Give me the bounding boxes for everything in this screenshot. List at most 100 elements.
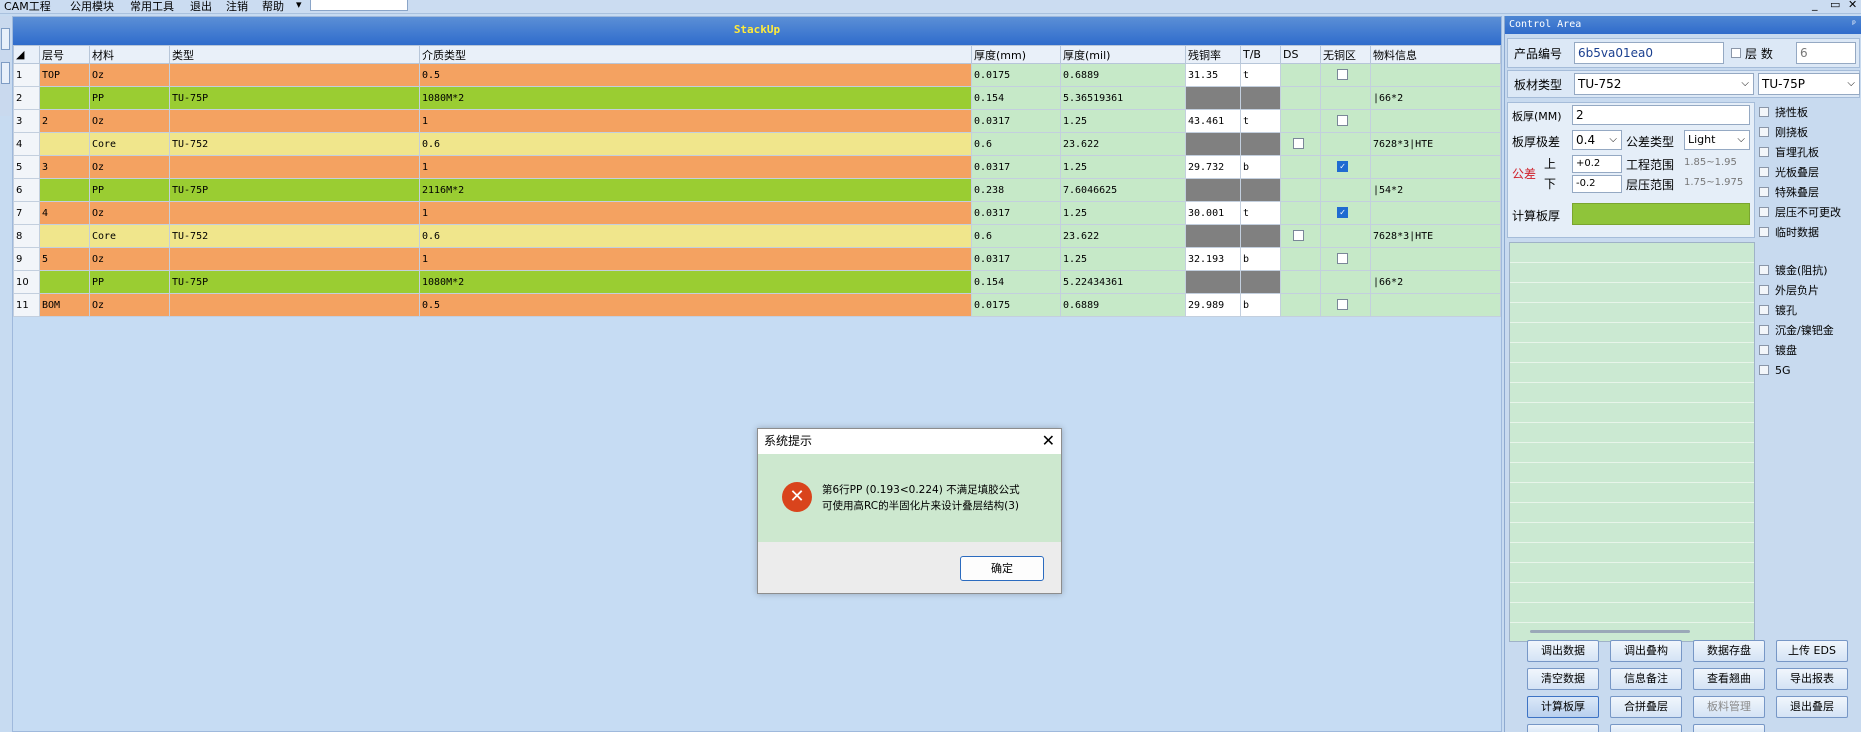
type-cell[interactable]: TU-75P [169,270,420,294]
view-warp-button[interactable]: 查看翘曲 [1693,668,1765,690]
upper-tol-input[interactable]: +0.2 [1572,155,1622,173]
table-row[interactable]: 2 PP TU-75P 1080M*2 0.154 5.36519361 |66*2 [13,86,1501,110]
material-info-cell[interactable] [1370,63,1501,87]
option-rigid-flex[interactable]: 刚挠板 [1759,122,1859,142]
thickness-mm-cell[interactable]: 0.154 [971,270,1061,294]
thickness-mm-cell[interactable]: 0.0317 [971,201,1061,225]
material-cell[interactable]: Oz [89,247,170,271]
layer-cell[interactable] [39,132,90,156]
thickness-mm-cell[interactable]: 0.0317 [971,109,1061,133]
no-copper-cell[interactable] [1320,63,1371,87]
table-row[interactable]: 3 2 Oz 1 0.0317 1.25 43.461 t [13,109,1501,133]
copper-ratio-cell[interactable]: 29.989 [1185,293,1241,317]
option-plated-pad[interactable]: 镀盘 [1759,340,1859,360]
ok-button[interactable]: 确定 [960,556,1044,581]
menu-item-logout[interactable]: 注销 [226,0,248,14]
ds-checkbox[interactable] [1293,230,1304,242]
material-cell[interactable]: Core [89,224,170,248]
row-number-cell[interactable]: 4 [13,132,40,156]
checkbox-icon[interactable] [1759,305,1769,315]
ds-cell[interactable] [1280,155,1321,179]
layer-cell[interactable] [39,270,90,294]
table-row[interactable]: 6 PP TU-75P 2116M*2 0.238 7.6046625 |54*2 [13,178,1501,202]
option-blind-buried[interactable]: 盲埋孔板 [1759,142,1859,162]
copper-ratio-cell[interactable]: 29.732 [1185,155,1241,179]
type-cell[interactable] [169,155,420,179]
row-number-cell[interactable]: 11 [13,293,40,317]
menu-item-help[interactable]: 帮助 [262,0,284,14]
copper-ratio-cell[interactable]: 32.193 [1185,247,1241,271]
menu-item-common-module[interactable]: 公用模块 [70,0,114,14]
checkbox-icon[interactable] [1759,325,1769,335]
type-cell[interactable] [169,109,420,133]
load-data-button[interactable]: 调出数据 [1527,640,1599,662]
thickness-mil-cell[interactable]: 5.36519361 [1060,86,1186,110]
ds-cell[interactable] [1280,293,1321,317]
medium-cell[interactable]: 1080M*2 [419,270,972,294]
material-info-cell[interactable] [1370,155,1501,179]
calc-thickness-button[interactable]: 计算板厚 [1527,696,1599,718]
material-cell[interactable]: PP [89,86,170,110]
ds-cell[interactable] [1280,132,1321,156]
layer-cell[interactable]: BOM [39,293,90,317]
clear-data-button[interactable]: 清空数据 [1527,668,1599,690]
thickness-mil-cell[interactable]: 0.6889 [1060,63,1186,87]
thickness-mil-cell[interactable]: 1.25 [1060,155,1186,179]
checkbox-icon[interactable] [1759,167,1769,177]
tol-level-select[interactable]: 0.4 [1572,130,1622,150]
material-cell[interactable]: PP [89,178,170,202]
type-cell[interactable] [169,201,420,225]
type-cell[interactable]: TU-75P [169,86,420,110]
col-header[interactable]: 厚度(mil) [1060,45,1186,64]
col-header[interactable]: 类型 [169,45,420,64]
no-copper-checkbox[interactable] [1337,253,1348,265]
copper-ratio-cell[interactable]: 43.461 [1185,109,1241,133]
layers-checkbox[interactable] [1731,48,1741,58]
tb-cell[interactable] [1240,224,1281,248]
copper-ratio-cell[interactable]: 30.001 [1185,201,1241,225]
row-number-cell[interactable]: 7 [13,201,40,225]
merge-stack-button[interactable]: 合拼叠层 [1610,696,1682,718]
option-press-lock[interactable]: 层压不可更改 [1759,202,1859,222]
thickness-mil-cell[interactable]: 23.622 [1060,132,1186,156]
ds-cell[interactable] [1280,86,1321,110]
board-manage-button[interactable]: 板料管理 [1693,696,1765,718]
checkbox-icon[interactable] [1759,147,1769,157]
minimize-icon[interactable]: _ [1812,0,1818,11]
row-number-cell[interactable]: 2 [13,86,40,110]
copper-ratio-cell[interactable] [1185,132,1241,156]
tb-cell[interactable] [1240,132,1281,156]
more-button[interactable] [1527,724,1599,732]
menu-item-exit[interactable]: 退出 [190,0,212,14]
material-cell[interactable]: Oz [89,293,170,317]
board-type-select[interactable]: TU-752 [1574,73,1754,95]
thickness-mil-cell[interactable]: 0.6889 [1060,293,1186,317]
menu-combo[interactable] [310,0,408,11]
thickness-mil-cell[interactable]: 1.25 [1060,109,1186,133]
no-copper-checkbox[interactable] [1337,115,1348,127]
export-report-button[interactable]: 导出报表 [1776,668,1848,690]
restore-icon[interactable]: ▭ [1830,0,1840,11]
material-info-cell[interactable] [1370,293,1501,317]
save-data-button[interactable]: 数据存盘 [1693,640,1765,662]
table-row[interactable]: 11 BOM Oz 0.5 0.0175 0.6889 29.989 b [13,293,1501,317]
tb-cell[interactable]: b [1240,155,1281,179]
copper-ratio-cell[interactable]: 31.35 [1185,63,1241,87]
row-number-cell[interactable]: 10 [13,270,40,294]
material-cell[interactable]: Core [89,132,170,156]
col-header[interactable]: 材料 [89,45,170,64]
table-row[interactable]: 5 3 Oz 1 0.0317 1.25 29.732 b ✓ [13,155,1501,179]
option-outer-negative[interactable]: 外层负片 [1759,280,1859,300]
no-copper-cell[interactable]: ✓ [1320,201,1371,225]
thickness-mil-cell[interactable]: 5.22434361 [1060,270,1186,294]
material-info-cell[interactable]: |66*2 [1370,270,1501,294]
table-row[interactable]: 9 5 Oz 1 0.0317 1.25 32.193 b [13,247,1501,271]
layer-cell[interactable] [39,86,90,110]
table-row[interactable]: 8 Core TU-752 0.6 0.6 23.622 7628*3|HTE [13,224,1501,248]
layer-cell[interactable]: 4 [39,201,90,225]
option-flex[interactable]: 挠性板 [1759,102,1859,122]
layer-cell[interactable]: 3 [39,155,90,179]
material-info-cell[interactable]: |66*2 [1370,86,1501,110]
material-info-cell[interactable] [1370,109,1501,133]
row-number-cell[interactable]: 3 [13,109,40,133]
